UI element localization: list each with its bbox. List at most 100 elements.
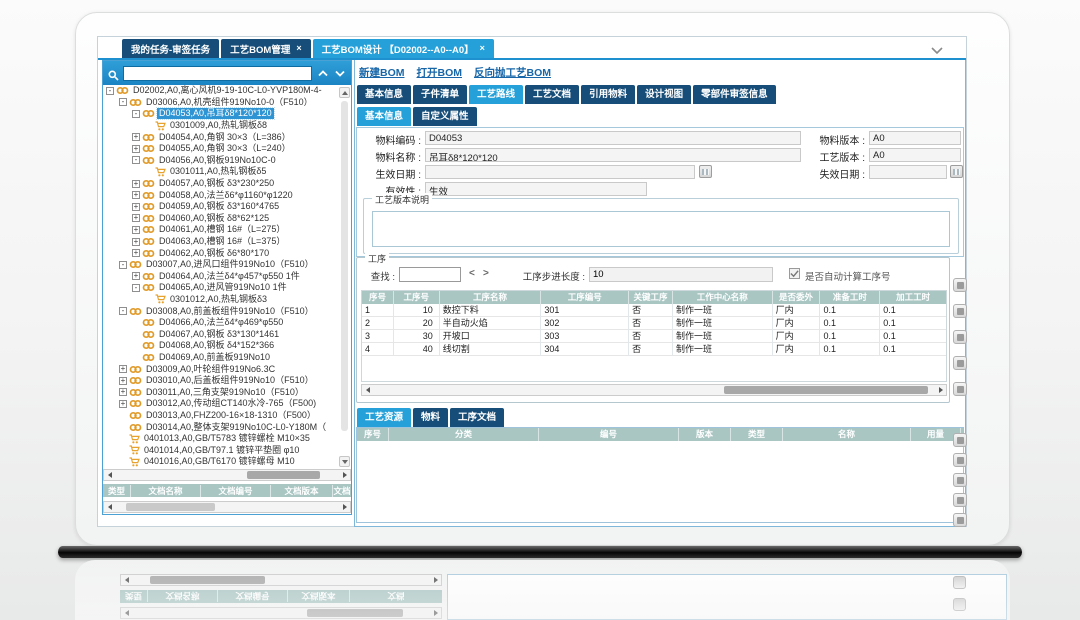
scroll-down-arrow[interactable] [339,456,350,467]
row-tool-button[interactable] [953,356,967,370]
tree-expand-toggle[interactable]: + [132,238,140,246]
tree-node[interactable]: + D03012,A0,传动组CT140水冷-765（F500) [103,398,351,410]
collapse-chevron-icon[interactable] [930,42,944,52]
tree-expand-toggle[interactable]: + [132,180,140,188]
search-next-icon[interactable] [333,67,346,80]
tree-expand-toggle[interactable]: + [132,191,140,199]
tree-node[interactable]: - D02002,A0,离心风机9-19-10C-L0-YVP180M-4- [103,85,351,97]
tree-node[interactable]: 0301009,A0,热轧钢板δ8 [103,120,351,132]
window-tab[interactable]: 工艺BOM管理 × [221,39,310,58]
search-prev-icon[interactable] [316,67,329,80]
tree-node[interactable]: + D03011,A0,三角支架919No10（F510） [103,386,351,398]
tree-node[interactable]: + D03010,A0,后盖板组件919No10（F510） [103,375,351,387]
find-input[interactable] [399,267,461,282]
tree-node[interactable]: + D04064,A0,法兰δ4*φ457*φ550 1件 [103,271,351,283]
tree-node[interactable]: + D04059,A0,钢板 δ3*160*4765 [103,201,351,213]
row-tool-button[interactable] [953,278,967,292]
tree-expand-toggle[interactable]: + [119,377,127,385]
process-horizontal-scrollbar[interactable] [361,384,947,396]
tree-node[interactable]: - D03006,A0,机壳组件919No10-0（F510） [103,97,351,109]
row-tool-button[interactable] [953,330,967,344]
main-tab[interactable]: 引用物料 [581,85,635,104]
sub-tab[interactable]: 基本信息 [357,107,411,126]
tree-node[interactable]: 0301012,A0,热轧钢板δ3 [103,294,351,306]
tree-node[interactable]: + D04054,A0,角钢 30×3（L=386） [103,131,351,143]
resource-tab[interactable]: 物料 [413,408,448,427]
main-tab[interactable]: 工艺文档 [525,85,579,104]
scroll-right-arrow[interactable] [339,470,350,480]
process-table-row[interactable]: 3 30 开坡口 303 否 制作一班 厂内 0.1 0.1 [362,330,946,343]
tree-expand-toggle[interactable]: + [132,203,140,211]
tree-node[interactable]: + D04057,A0,钢板 δ3*230*250 [103,178,351,190]
tree-node[interactable]: - D03007,A0,进风口组件919No10（F510） [103,259,351,271]
scroll-left-arrow[interactable] [104,470,115,480]
row-tool-button[interactable] [953,513,967,527]
tree-node[interactable]: D04068,A0,钢板 δ4*152*366 [103,340,351,352]
row-tool-button[interactable] [953,433,967,447]
tree-expand-toggle[interactable]: + [119,365,127,373]
tree-node[interactable]: 0301011,A0,热轧钢板δ5 [103,166,351,178]
bom-action-link[interactable]: 新建BOM [359,65,405,80]
tree-expand-toggle[interactable]: - [132,284,140,292]
row-tool-button[interactable] [953,304,967,318]
tree-node[interactable]: D04067,A0,钢板 δ3*130*1461 [103,328,351,340]
effective-date-value[interactable] [425,165,695,179]
tree-node[interactable]: 0401014,A0,GB/T97.1 镀锌平垫圈 φ10 [103,444,351,456]
tree-expand-toggle[interactable]: + [132,133,140,141]
tree-expand-toggle[interactable]: + [132,272,140,280]
tree-expand-toggle[interactable]: - [132,110,140,118]
scroll-left-arrow[interactable] [362,385,373,395]
main-tab[interactable]: 工艺路线 [469,85,523,104]
tree-node[interactable]: - D04065,A0,进风管919No10 1件 [103,282,351,294]
calendar-icon[interactable] [950,165,963,178]
tree-node[interactable]: - D04056,A0,钢板919No10C-0 [103,155,351,167]
tree-node[interactable]: - D03008,A0,前盖板组件919No10（F510） [103,305,351,317]
process-version-value[interactable]: A0 [869,148,961,162]
main-tab[interactable]: 设计视图 [637,85,691,104]
bom-action-link[interactable]: 打开BOM [417,65,463,80]
expire-date-value[interactable] [869,165,947,179]
tree-expand-toggle[interactable]: + [132,226,140,234]
tree-node[interactable]: 0401016,A0,GB/T6170 镀锌螺母 M10 [103,456,351,468]
material-code-value[interactable]: D04053 [425,131,801,145]
tree-node[interactable]: D04069,A0,前盖板919No10 [103,352,351,364]
tree-expand-toggle[interactable]: + [132,214,140,222]
tree-search-input[interactable] [123,66,312,81]
material-name-value[interactable]: 吊耳δ8*120*120 [425,148,801,162]
main-tab[interactable]: 子件清单 [413,85,467,104]
scroll-right-arrow[interactable] [339,502,350,512]
process-version-note-value[interactable] [372,211,950,247]
tab-close-icon[interactable]: × [296,44,301,53]
scroll-thumb[interactable] [724,386,928,394]
tree-node[interactable]: - D04053,A0,吊耳δ8*120*120 [103,108,351,120]
tree-node[interactable]: D03013,A0,FHZ200-16×18-1310（F500） [103,410,351,422]
tree-node[interactable]: + D03009,A0,叶轮组件919No6.3C [103,363,351,375]
document-horizontal-scrollbar[interactable] [103,501,351,513]
row-tool-button[interactable] [953,453,967,467]
sub-tab[interactable]: 自定义属性 [413,107,477,126]
tree-node[interactable]: + D04060,A0,钢板 δ8*62*125 [103,213,351,225]
validity-value[interactable]: 生效 [425,182,647,196]
tree-expand-toggle[interactable]: + [119,388,127,396]
tree-expand-toggle[interactable]: - [119,261,127,269]
find-next-button[interactable]: > [483,268,489,279]
row-tool-button[interactable] [953,382,967,396]
tree-expand-toggle[interactable]: - [132,156,140,164]
tree-expand-toggle[interactable]: - [106,87,114,95]
tree-expand-toggle[interactable]: + [132,145,140,153]
tree-node[interactable]: + D04063,A0,槽钢 16#（L=375） [103,236,351,248]
main-tab[interactable]: 基本信息 [357,85,411,104]
tree-horizontal-scrollbar[interactable] [103,469,351,481]
tree-node[interactable]: + D04061,A0,槽钢 16#（L=275） [103,224,351,236]
tree-node[interactable]: 0401013,A0,GB/T5783 镀锌螺栓 M10×35 [103,433,351,445]
resource-tab[interactable]: 工艺资源 [357,408,411,427]
scroll-thumb[interactable] [126,503,215,511]
material-version-value[interactable]: A0 [869,131,961,145]
find-prev-button[interactable]: < [469,268,475,279]
tree-node[interactable]: D03014,A0,整体支架919No10C-L0-Y180M（ [103,421,351,433]
tree-expand-toggle[interactable]: + [119,400,127,408]
window-tab[interactable]: 我的任务-审签任务 [122,39,219,58]
main-tab[interactable]: 零部件审签信息 [693,85,776,104]
scroll-right-arrow[interactable] [935,385,946,395]
step-length-value[interactable]: 10 [589,267,773,282]
